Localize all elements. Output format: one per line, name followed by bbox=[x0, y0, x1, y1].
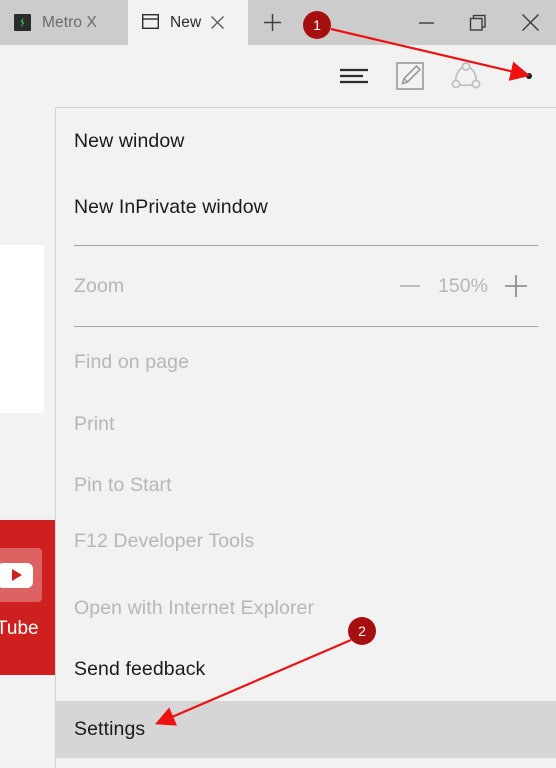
page-white-area bbox=[0, 245, 44, 413]
tab-close-button[interactable] bbox=[208, 14, 226, 32]
youtube-tile[interactable]: Tube bbox=[0, 520, 55, 675]
more-dots-icon bbox=[512, 73, 532, 79]
menu-item-zoom: Zoom 150% bbox=[56, 262, 556, 310]
share-nodes-icon bbox=[451, 62, 481, 89]
hub-lines-icon bbox=[340, 68, 368, 84]
menu-item-label: Open with Internet Explorer bbox=[74, 596, 315, 619]
title-bar: Metro X New bbox=[0, 0, 556, 45]
tab-strip: Metro X New bbox=[0, 0, 296, 45]
menu-item-label: Find on page bbox=[74, 350, 190, 373]
menu-item-label: F12 Developer Tools bbox=[74, 529, 255, 552]
youtube-play-icon bbox=[0, 548, 42, 602]
minimize-icon bbox=[418, 21, 434, 24]
menu-item-open-with-internet-explorer[interactable]: Open with Internet Explorer bbox=[56, 584, 556, 632]
command-bar-buttons bbox=[326, 45, 550, 107]
more-menu-flyout: New window New InPrivate window Zoom 150… bbox=[55, 107, 556, 768]
menu-item-settings[interactable]: Settings bbox=[56, 701, 556, 758]
close-button[interactable] bbox=[504, 0, 556, 45]
browser-window-icon bbox=[141, 13, 160, 31]
tab-new[interactable]: New bbox=[128, 0, 248, 45]
metro-x-icon bbox=[14, 14, 31, 31]
pencil-square-icon bbox=[396, 62, 424, 90]
menu-item-new-inprivate-window[interactable]: New InPrivate window bbox=[56, 183, 556, 231]
close-icon bbox=[521, 14, 539, 31]
minus-icon bbox=[400, 285, 420, 287]
menu-item-new-window[interactable]: New window bbox=[56, 117, 556, 165]
menu-item-send-feedback[interactable]: Send feedback bbox=[56, 645, 556, 693]
restore-icon bbox=[469, 14, 486, 31]
command-bar bbox=[0, 45, 556, 107]
menu-item-label: Settings bbox=[74, 718, 146, 740]
menu-item-print[interactable]: Print bbox=[56, 400, 556, 448]
zoom-increase-button[interactable] bbox=[494, 264, 538, 308]
menu-item-f12-developer-tools[interactable]: F12 Developer Tools bbox=[56, 517, 556, 565]
more-dots-button[interactable] bbox=[494, 45, 550, 107]
menu-item-pin-to-start[interactable]: Pin to Start bbox=[56, 461, 556, 509]
zoom-value: 150% bbox=[438, 274, 488, 297]
menu-item-label: Pin to Start bbox=[74, 473, 172, 496]
hub-button[interactable] bbox=[326, 45, 382, 107]
zoom-label: Zoom bbox=[74, 274, 125, 297]
youtube-tile-label: Tube bbox=[0, 618, 39, 639]
zoom-controls: 150% bbox=[388, 264, 538, 308]
restore-button[interactable] bbox=[452, 0, 504, 45]
menu-separator-1 bbox=[74, 245, 538, 246]
new-tab-button[interactable] bbox=[248, 0, 296, 45]
window-controls bbox=[400, 0, 556, 45]
web-note-button[interactable] bbox=[382, 45, 438, 107]
menu-item-find-on-page[interactable]: Find on page bbox=[56, 338, 556, 386]
share-button[interactable] bbox=[438, 45, 494, 107]
minimize-button[interactable] bbox=[400, 0, 452, 45]
menu-item-label: Print bbox=[74, 412, 115, 435]
new-tab-plus-icon bbox=[263, 14, 281, 31]
menu-item-label: New InPrivate window bbox=[74, 195, 268, 218]
menu-item-label: Send feedback bbox=[74, 657, 206, 680]
tab-metro-x[interactable]: Metro X bbox=[0, 0, 128, 45]
plus-icon bbox=[505, 275, 527, 297]
menu-separator-2 bbox=[74, 326, 538, 327]
tab-title: New bbox=[170, 13, 202, 31]
zoom-decrease-button[interactable] bbox=[388, 264, 432, 308]
menu-item-label: New window bbox=[74, 129, 185, 152]
tab-title: Metro X bbox=[42, 13, 97, 31]
